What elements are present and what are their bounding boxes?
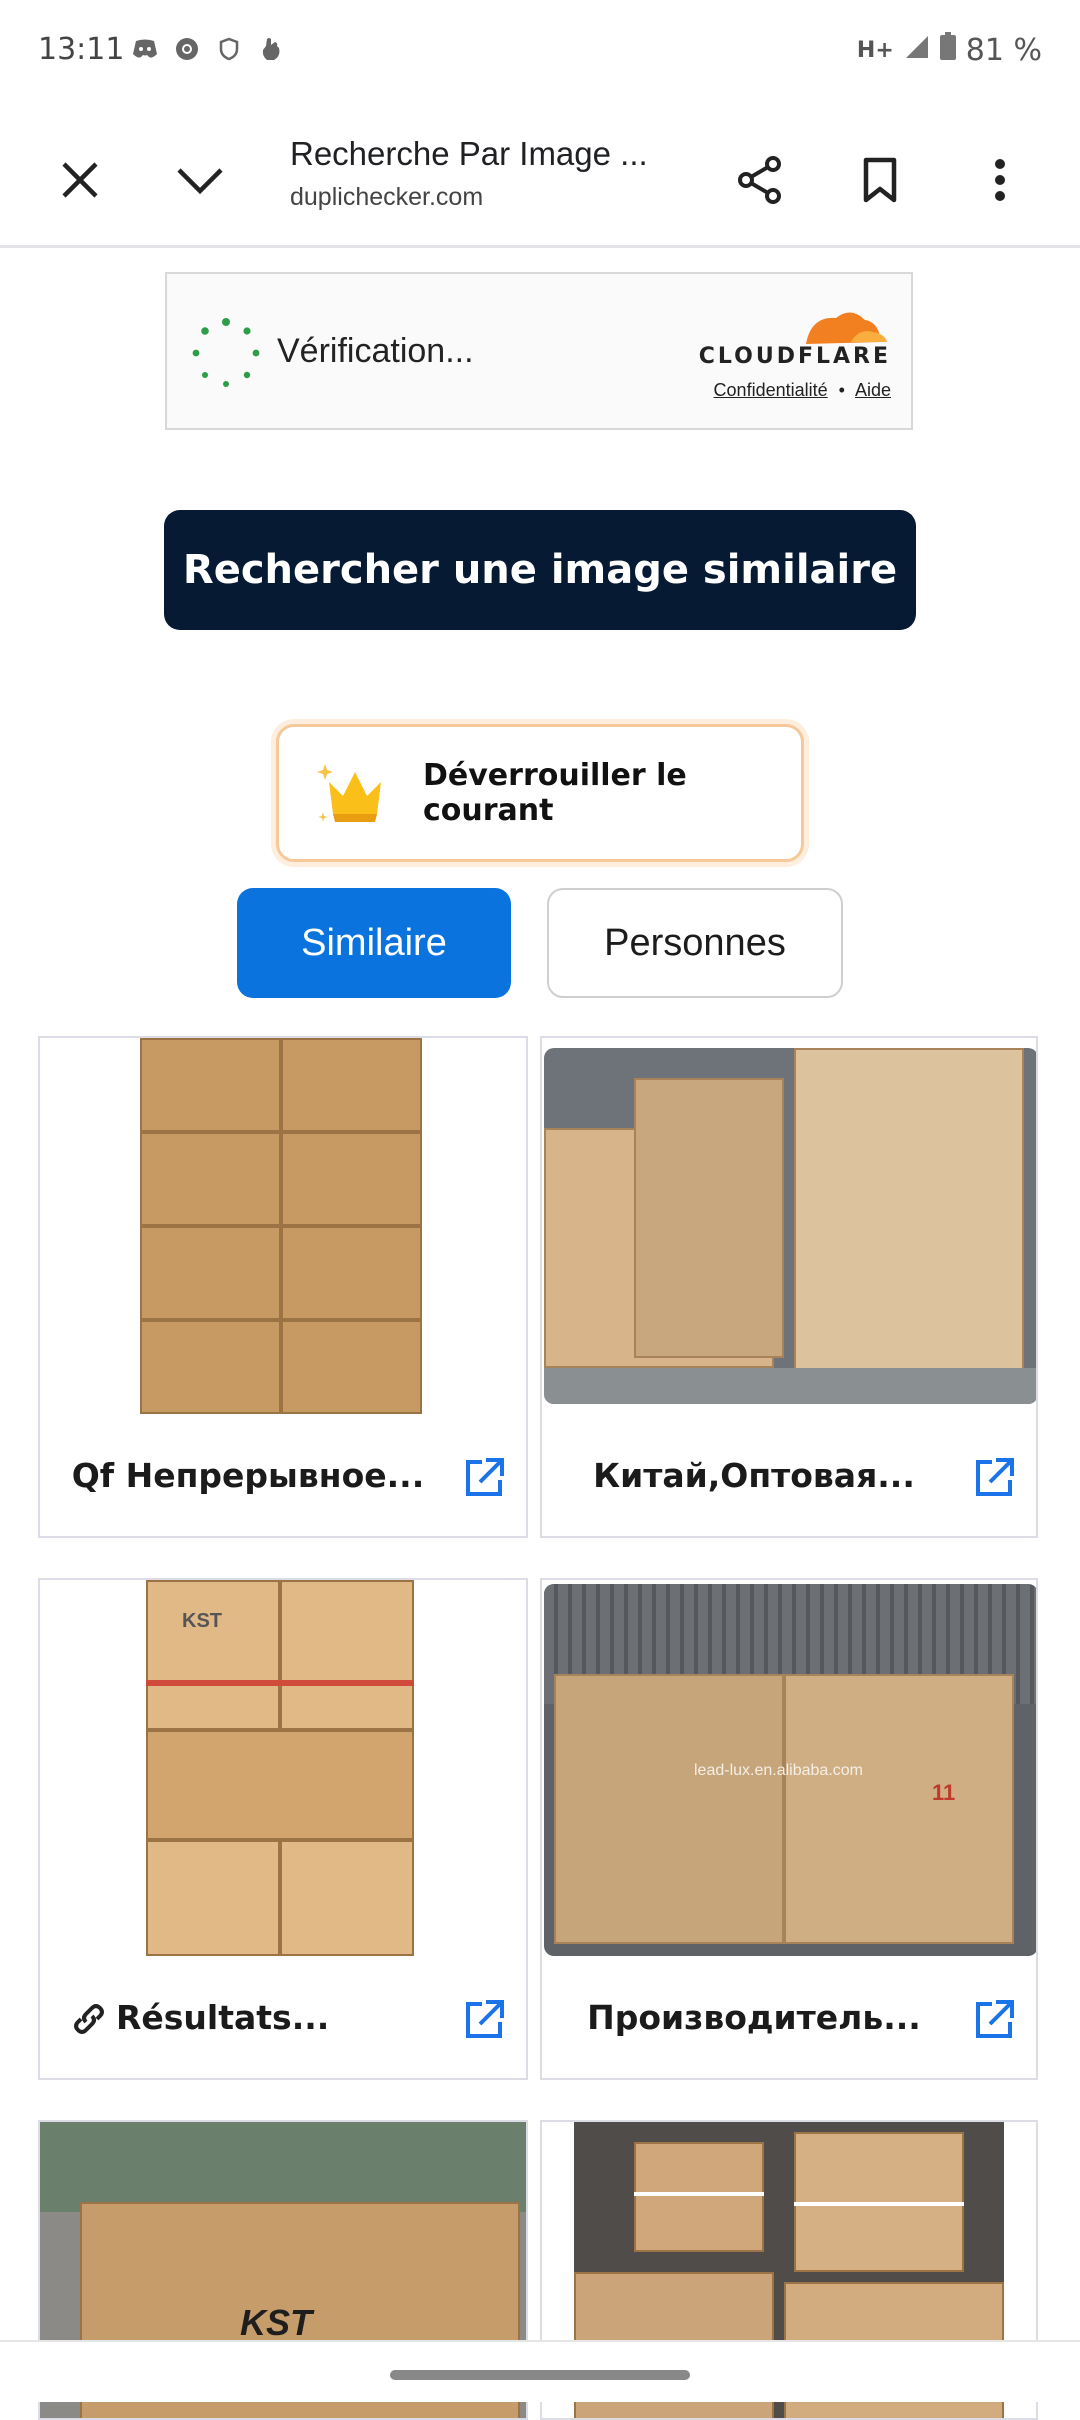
external-link-icon[interactable] <box>972 1998 1016 2042</box>
chrome-icon <box>174 36 200 62</box>
tab-similar[interactable]: Similaire <box>237 888 511 998</box>
share-icon <box>738 156 781 204</box>
discord-icon <box>132 36 158 62</box>
link-icon <box>74 2004 104 2034</box>
result-image[interactable]: lead-lux.en.alibaba.com 11 <box>544 1584 1036 1956</box>
battery-level: 81 % <box>965 32 1042 68</box>
more-vert-icon <box>995 159 1005 201</box>
search-similar-button[interactable]: Rechercher une image similaire <box>164 510 916 630</box>
status-bar: 13:11 H+ 81 % <box>0 0 1080 105</box>
external-link-icon[interactable] <box>462 1998 506 2042</box>
watermark-text: lead-lux.en.alibaba.com <box>694 1762 863 1779</box>
external-link-icon[interactable] <box>972 1456 1016 1500</box>
status-time: 13:11 <box>38 32 125 67</box>
network-type: H+ <box>856 37 894 63</box>
bookmark-button[interactable] <box>840 145 920 215</box>
cloudflare-links: Confidentialité • Aide <box>714 380 891 401</box>
battery-icon <box>939 32 956 68</box>
result-card[interactable]: lead-lux.en.alibaba.com 11 Производитель… <box>540 1578 1038 2080</box>
cloudflare-brand: CLOUDFLARE <box>698 344 891 369</box>
result-caption[interactable]: Производитель... <box>542 1998 966 2037</box>
vpn-shield-icon <box>216 36 242 62</box>
result-image[interactable]: KST <box>146 1580 414 1956</box>
close-icon <box>62 162 98 198</box>
chevron-down-icon <box>177 168 223 195</box>
custom-tab-toolbar: Recherche Par Image ... duplichecker.com <box>0 105 1080 248</box>
page-url: duplichecker.com <box>290 183 484 211</box>
tab-people[interactable]: Personnes <box>547 888 843 998</box>
result-card[interactable]: Qf Непрерывное... <box>38 1036 528 1538</box>
signal-icon <box>904 33 930 68</box>
crown-icon <box>315 758 395 828</box>
result-image[interactable] <box>544 1048 1036 1404</box>
menu-button[interactable] <box>960 145 1040 215</box>
spinner-icon <box>192 318 260 387</box>
privacy-link[interactable]: Confidentialité <box>714 380 828 400</box>
result-caption[interactable]: Résultats... <box>116 1998 329 2037</box>
home-gesture-handle[interactable] <box>390 2370 690 2380</box>
help-link[interactable]: Aide <box>855 380 891 400</box>
kst-label: KST <box>182 1610 222 1632</box>
result-card[interactable]: KST Résultats... <box>38 1578 528 2080</box>
result-image[interactable] <box>140 1038 422 1414</box>
result-card[interactable]: Китай,Оптовая... <box>540 1036 1038 1538</box>
close-button[interactable] <box>40 145 120 215</box>
external-link-icon[interactable] <box>462 1456 506 1500</box>
kst-logo-text: KST <box>240 2302 312 2343</box>
page-title-area[interactable]: Recherche Par Image ... duplichecker.com <box>290 135 690 212</box>
unlock-label: Déverrouiller le courant <box>423 758 687 828</box>
result-caption[interactable]: Китай,Оптовая... <box>542 1456 966 1495</box>
hand-icon <box>258 36 284 62</box>
unlock-button[interactable]: Déverrouiller le courant <box>276 724 804 862</box>
cloudflare-widget[interactable]: Vérification... CLOUDFLARE Confidentiali… <box>165 272 913 430</box>
result-caption[interactable]: Qf Непрерывное... <box>40 1456 456 1495</box>
page-title: Recherche Par Image ... <box>290 135 648 172</box>
minimize-button[interactable] <box>160 145 240 215</box>
verification-status: Vérification... <box>277 332 474 370</box>
gesture-nav-bar <box>0 2340 1080 2402</box>
link-separator: • <box>838 380 845 400</box>
box-label: 11 <box>932 1780 956 1805</box>
share-button[interactable] <box>720 145 800 215</box>
bookmark-icon <box>863 157 897 203</box>
